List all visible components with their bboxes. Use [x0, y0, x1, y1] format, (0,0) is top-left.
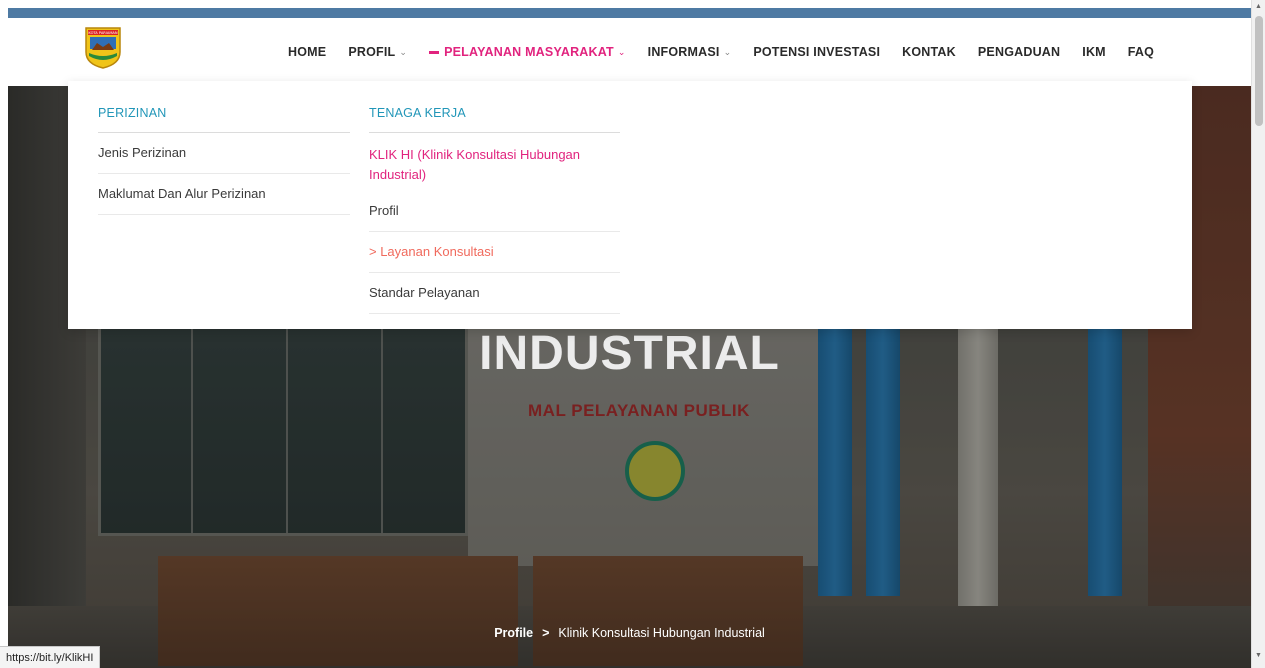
nav-home[interactable]: HOME — [288, 45, 326, 59]
site-header: KOTA PARIAMAN HOME PROFIL ⌄ PELAYANAN MAS… — [8, 18, 1251, 86]
menu-item-profil[interactable]: Profil — [369, 191, 620, 233]
nav-informasi[interactable]: INFORMASI ⌄ — [648, 45, 732, 59]
menu-item-maklumat-alur-perizinan[interactable]: Maklumat Dan Alur Perizinan — [98, 174, 350, 215]
chevron-down-icon: ⌄ — [617, 46, 626, 57]
chevron-down-icon: ⌄ — [399, 46, 408, 57]
breadcrumb: Profile > Klinik Konsultasi Hubungan Indus… — [8, 626, 1251, 640]
nav-pengaduan[interactable]: PENGADUAN — [978, 45, 1060, 59]
hero-title: INDUSTRIAL — [479, 327, 780, 380]
browser-status-bar: https://bit.ly/KlikHI — [0, 646, 101, 668]
logo-top-text: KOTA PARIAMAN — [88, 31, 117, 35]
status-url: https://bit.ly/KlikHI — [6, 651, 94, 664]
breadcrumb-profile-link[interactable]: Profile — [494, 626, 533, 640]
nav-pelayanan-masyarakat[interactable]: PELAYANAN MASYARAKAT ⌄ — [429, 45, 626, 59]
nav-faq[interactable]: FAQ — [1128, 45, 1154, 59]
chevron-down-icon: ⌄ — [723, 46, 732, 57]
mega-menu-dropdown: PERIZINAN Jenis Perizinan Maklumat Dan A… — [68, 81, 1192, 329]
mega-menu-heading: PERIZINAN — [98, 106, 350, 133]
mega-menu-column-tenaga-kerja: TENAGA KERJA KLIK HI (Klinik Konsultasi … — [369, 106, 620, 314]
mega-menu-heading: TENAGA KERJA — [369, 106, 620, 133]
city-emblem-logo[interactable]: KOTA PARIAMAN — [84, 26, 122, 70]
breadcrumb-separator: > — [542, 626, 550, 640]
nav-ikm[interactable]: IKM — [1082, 45, 1106, 59]
nav-profil[interactable]: PROFIL ⌄ — [348, 45, 407, 59]
breadcrumb-current: Klinik Konsultasi Hubungan Industrial — [558, 626, 765, 640]
main-nav: HOME PROFIL ⌄ PELAYANAN MASYARAKAT ⌄ INFOR… — [288, 18, 1176, 86]
mega-menu-column-perizinan: PERIZINAN Jenis Perizinan Maklumat Dan A… — [98, 106, 350, 215]
scrollbar-thumb[interactable] — [1255, 16, 1263, 126]
top-accent-bar — [8, 8, 1251, 18]
scroll-down-arrow-icon[interactable]: ▼ — [1255, 652, 1262, 659]
vertical-scrollbar[interactable]: ▲ ▼ — [1251, 0, 1265, 668]
page: MAL PELAYANAN PUBLIK INDUSTRIAL Profile >… — [8, 18, 1251, 668]
menu-item-layanan-konsultasi[interactable]: > Layanan Konsultasi — [369, 232, 620, 274]
nav-potensi-investasi[interactable]: POTENSI INVESTASI — [753, 45, 880, 59]
scroll-up-arrow-icon[interactable]: ▲ — [1255, 3, 1262, 10]
menu-item-jenis-perizinan[interactable]: Jenis Perizinan — [98, 133, 350, 174]
nav-kontak[interactable]: KONTAK — [902, 45, 956, 59]
active-dash-icon — [429, 50, 440, 54]
menu-item-standar-pelayanan[interactable]: Standar Pelayanan — [369, 273, 620, 314]
menu-item-klik-hi[interactable]: KLIK HI (Klinik Konsultasi Hubungan Indu… — [369, 133, 620, 191]
